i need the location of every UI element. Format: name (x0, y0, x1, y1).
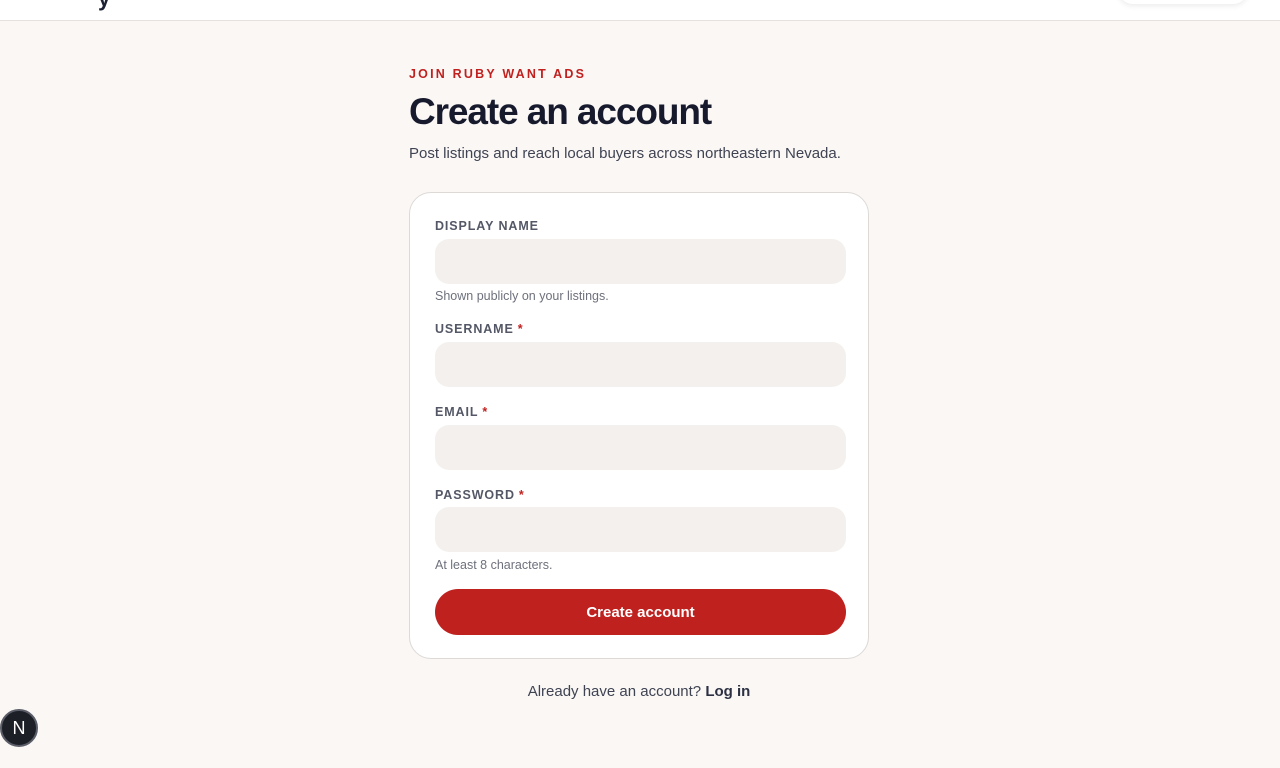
required-asterisk: * (517, 322, 524, 336)
intro-section: JOIN RUBY WANT ADS Create an account Pos… (409, 66, 879, 164)
create-account-button[interactable]: Create account (435, 589, 846, 635)
login-prompt-text: Already have an account? (527, 683, 702, 700)
email-input[interactable] (435, 425, 846, 470)
eyebrow-label: JOIN RUBY WANT ADS (409, 67, 587, 81)
username-label: USERNAME * (435, 321, 524, 337)
username-input[interactable] (435, 342, 846, 387)
password-input[interactable] (435, 507, 846, 552)
password-label-text: PASSWORD (435, 488, 515, 502)
signup-form-card: DISPLAY NAME Shown publicly on your list… (409, 192, 869, 659)
password-hint: At least 8 characters. (435, 558, 553, 572)
email-label-text: EMAIL (435, 405, 479, 419)
dev-badge-letter: N (12, 717, 26, 738)
username-label-text: USERNAME (435, 322, 514, 336)
nextjs-logo-icon[interactable]: N (0, 709, 38, 747)
top-navigation-bar: y (0, 0, 1280, 21)
display-name-hint: Shown publicly on your listings. (435, 289, 609, 303)
page-subtitle: Post listings and reach local buyers acr… (409, 145, 841, 162)
required-asterisk: * (518, 488, 525, 502)
required-asterisk: * (482, 405, 489, 419)
page-title: Create an account (409, 91, 712, 132)
login-link[interactable]: Log in (705, 683, 750, 700)
login-prompt: Already have an account? Log in (409, 682, 869, 702)
nav-action-button[interactable] (1118, 0, 1248, 4)
display-name-input[interactable] (435, 239, 846, 284)
display-name-label: DISPLAY NAME (435, 218, 539, 234)
password-label: PASSWORD * (435, 487, 525, 503)
display-name-label-text: DISPLAY NAME (435, 219, 539, 233)
email-label: EMAIL * (435, 404, 488, 420)
site-logo[interactable]: y (98, 0, 110, 12)
